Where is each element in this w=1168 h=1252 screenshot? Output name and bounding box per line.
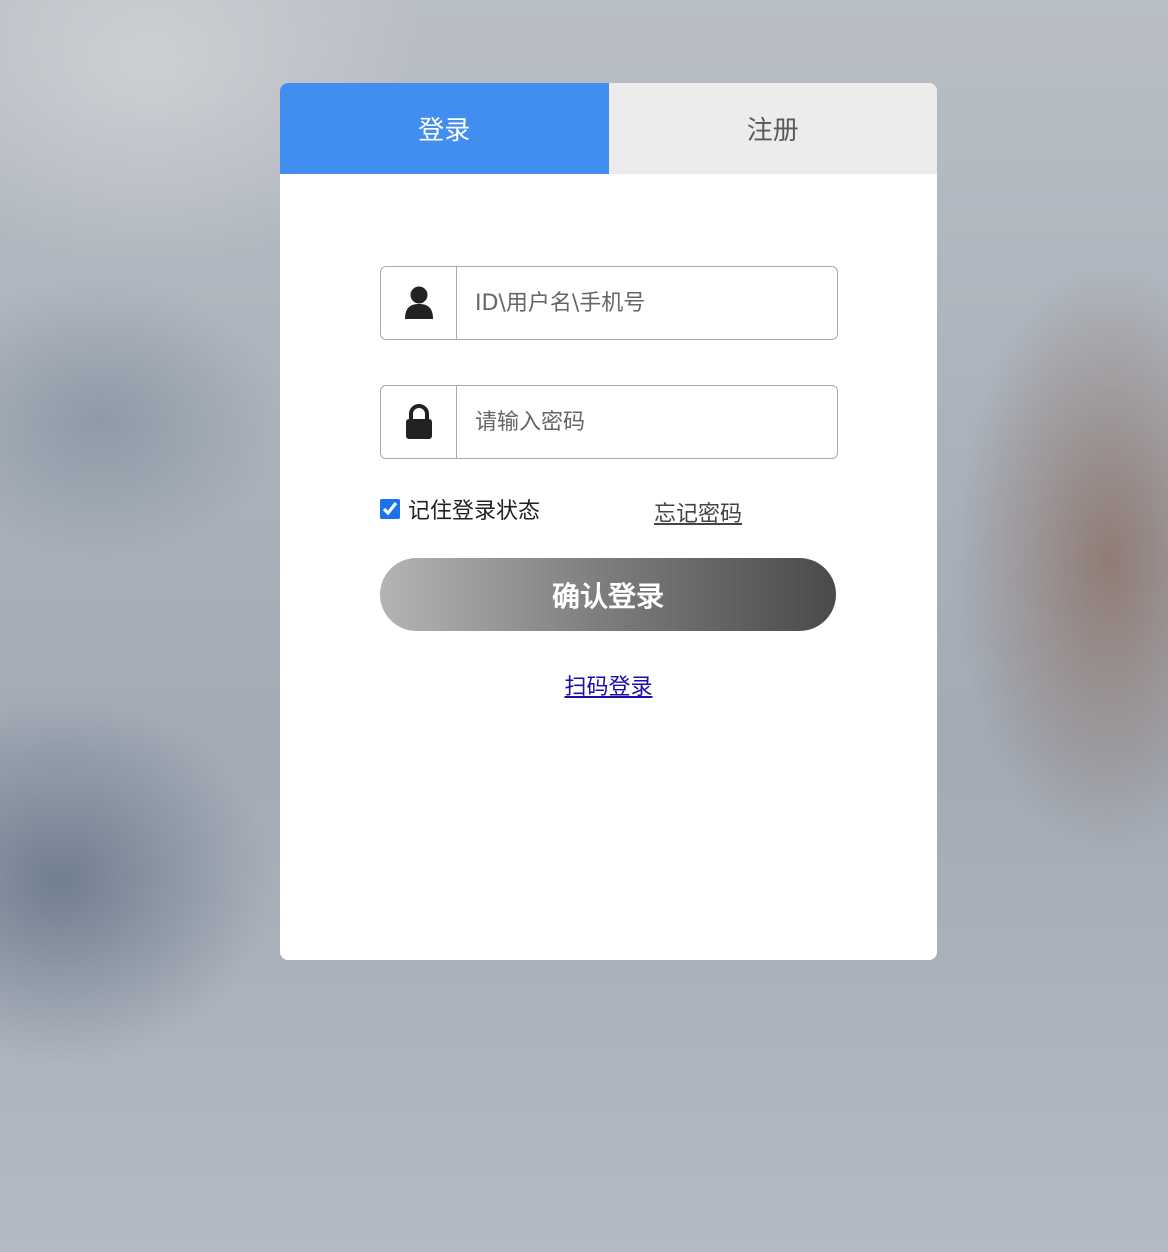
qr-login-link[interactable]: 扫码登录 — [564, 675, 652, 700]
lock-icon — [405, 404, 432, 439]
tab-login[interactable]: 登录 — [280, 83, 609, 174]
remember-checkbox[interactable] — [380, 499, 400, 519]
login-card: 登录 注册 记住登录状态 忘记密码 确认登录 扫码登录 — [280, 83, 937, 960]
username-field — [380, 266, 838, 340]
password-input[interactable] — [457, 386, 837, 458]
remember-label: 记住登录状态 — [408, 499, 541, 524]
tab-register[interactable]: 注册 — [608, 83, 937, 174]
password-icon-box — [381, 386, 457, 458]
username-icon-box — [381, 267, 457, 339]
confirm-login-button[interactable]: 确认登录 — [380, 558, 836, 631]
password-field — [380, 385, 838, 459]
user-icon — [404, 286, 433, 319]
qr-login-row: 扫码登录 — [280, 669, 937, 701]
tab-bar: 登录 注册 — [280, 83, 937, 174]
username-input[interactable] — [457, 267, 837, 339]
forgot-password-link[interactable]: 忘记密码 — [654, 496, 742, 528]
remember-login-option[interactable]: 记住登录状态 — [380, 493, 540, 525]
